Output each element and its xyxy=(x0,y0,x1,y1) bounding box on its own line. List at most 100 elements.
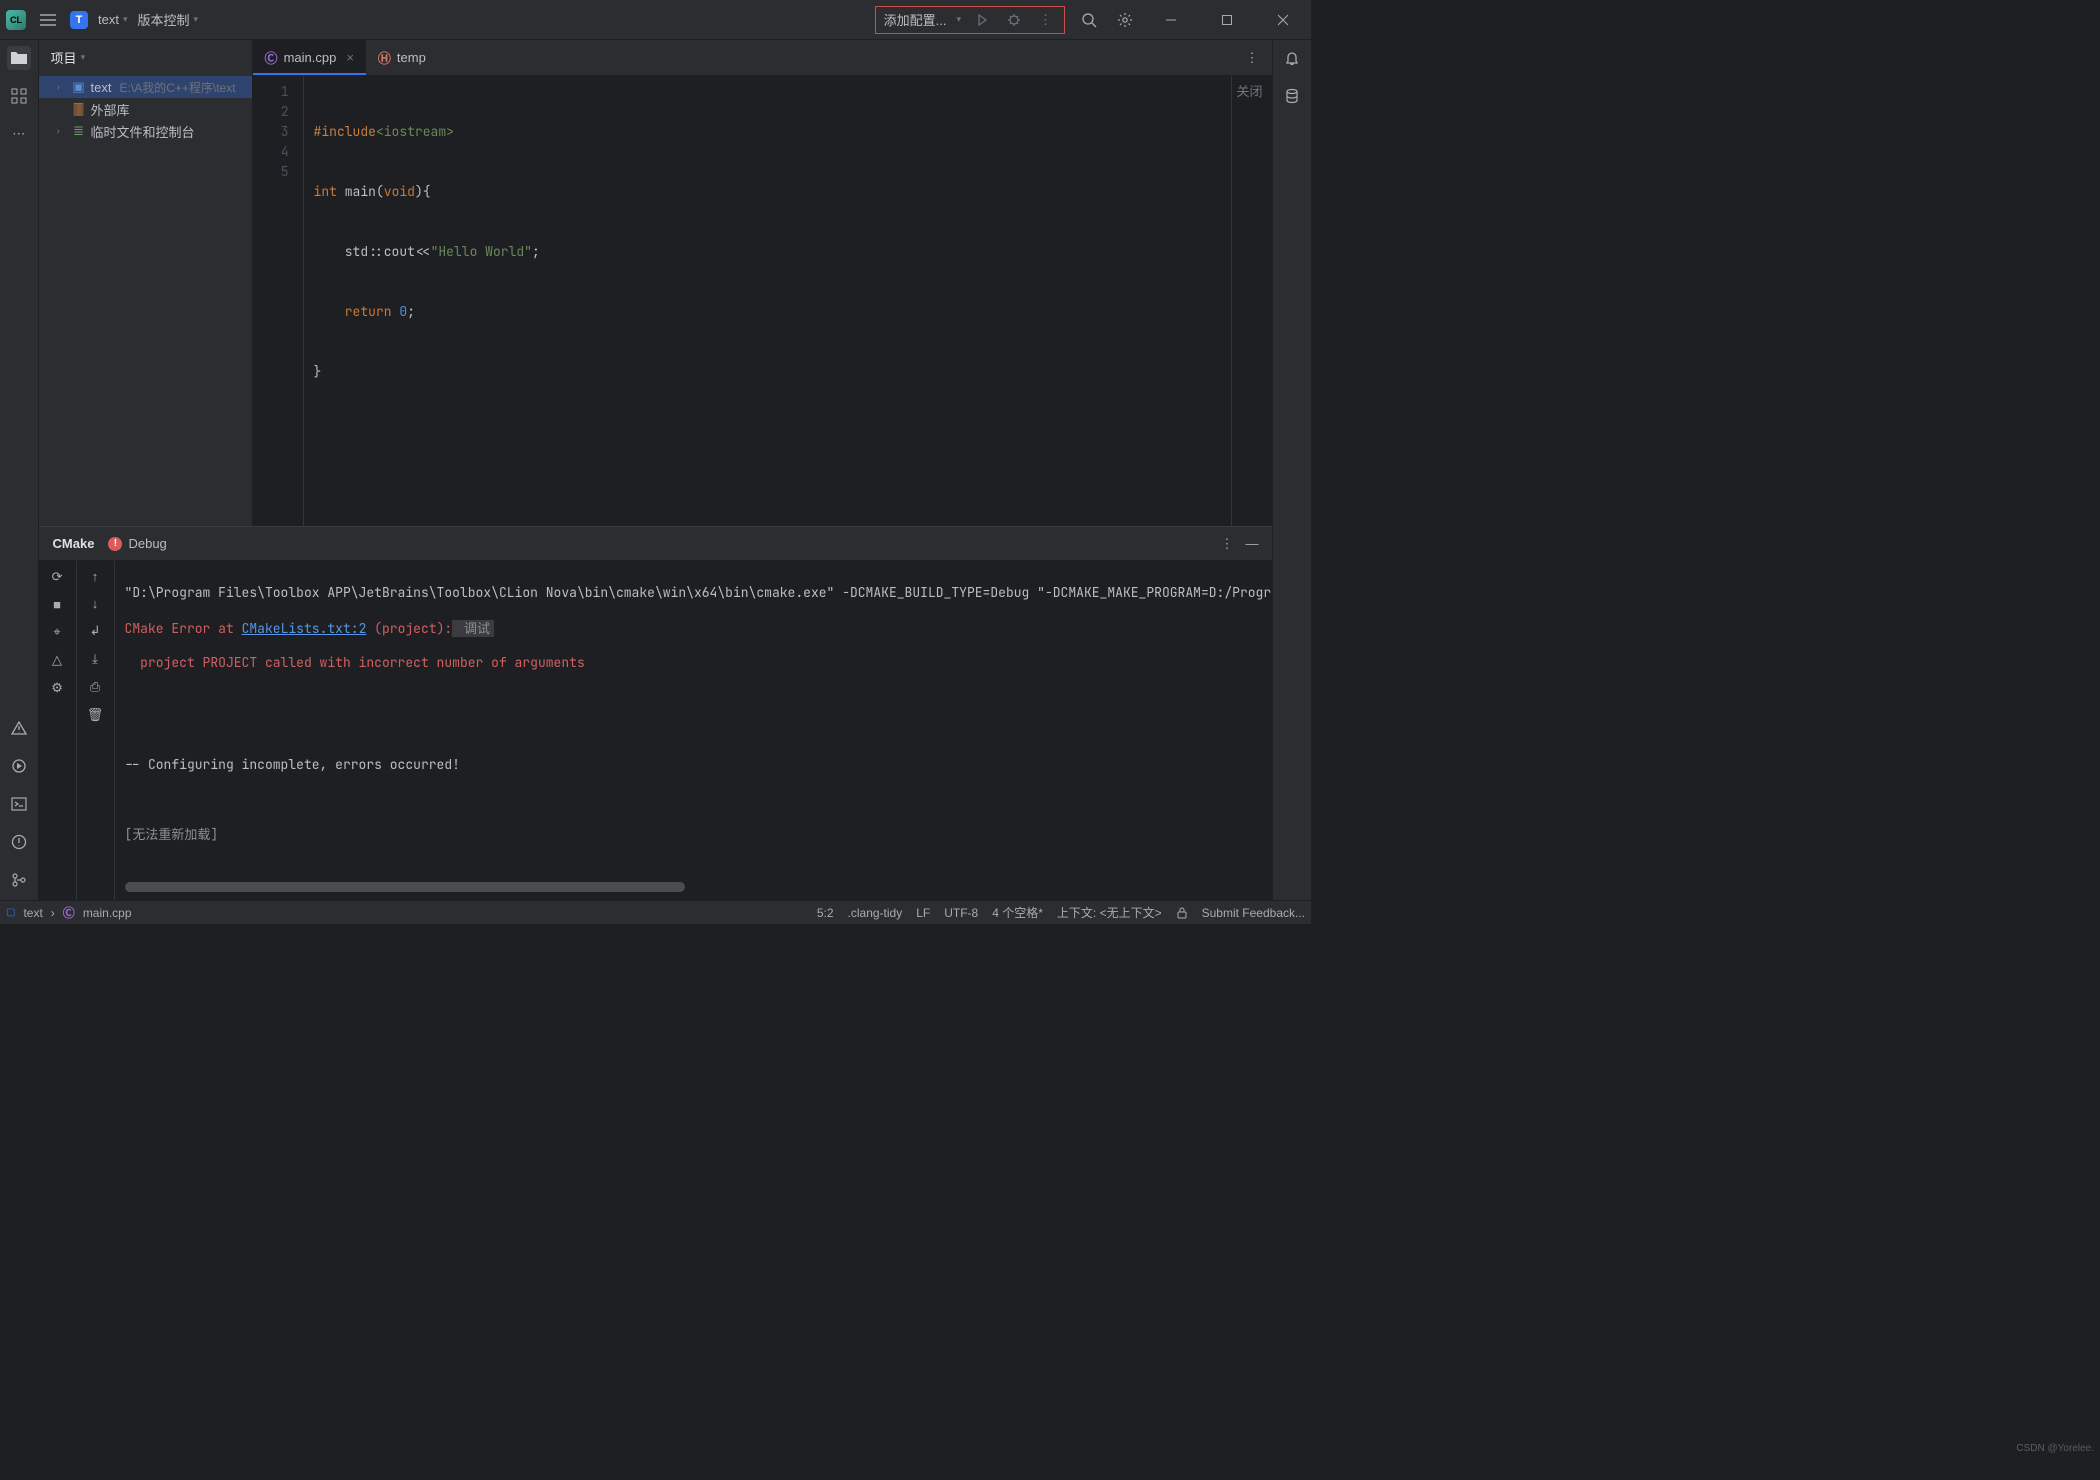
code-token: "Hello World" xyxy=(431,243,532,260)
tree-root[interactable]: › ▣ text E:\A我的C++程序\text xyxy=(39,76,252,98)
debug-button[interactable] xyxy=(1003,11,1025,29)
project-name-label: text xyxy=(98,12,119,27)
more-run-actions[interactable]: ⋮ xyxy=(1035,10,1056,30)
code-token: void xyxy=(384,183,415,200)
database-icon[interactable] xyxy=(1280,84,1304,108)
window-minimize[interactable] xyxy=(1149,0,1193,40)
bottom-more-icon[interactable]: ⋮ xyxy=(1220,536,1233,552)
bottom-tab-cmake[interactable]: CMake xyxy=(53,536,95,551)
code-token: return xyxy=(345,303,392,320)
up-icon[interactable]: ↑ xyxy=(92,569,99,584)
line-number: 1 xyxy=(253,82,289,102)
out-link[interactable]: CMakeLists.txt:2 xyxy=(242,620,367,637)
line-number: 4 xyxy=(253,142,289,162)
window-close[interactable] xyxy=(1261,0,1305,40)
terminal-tool-button[interactable] xyxy=(7,792,31,816)
down-icon[interactable]: ↓ xyxy=(92,596,99,611)
expand-icon[interactable]: › xyxy=(57,82,67,93)
status-caret-pos[interactable]: 5:2 xyxy=(817,906,834,920)
editor-close-label[interactable]: 关闭 xyxy=(1236,82,1262,102)
tab-temp[interactable]: Ⓗ temp xyxy=(366,40,438,75)
vcs-label: 版本控制 xyxy=(138,10,190,29)
chevron-down-icon: ▾ xyxy=(123,14,128,25)
window-maximize[interactable] xyxy=(1205,0,1249,40)
bottom-tab-debug[interactable]: ! Debug xyxy=(108,536,166,551)
tree-external-libs[interactable]: 🀫 外部库 xyxy=(39,98,252,120)
bottom-hide-icon[interactable]: — xyxy=(1245,536,1258,552)
softwrap-icon[interactable]: ↲ xyxy=(90,623,101,639)
build-tool-button[interactable] xyxy=(7,754,31,778)
project-menu[interactable]: text ▾ xyxy=(98,12,128,27)
status-indent[interactable]: 4 个空格* xyxy=(992,904,1043,921)
horizontal-scrollbar[interactable] xyxy=(125,882,685,892)
structure-tool-button[interactable] xyxy=(7,84,31,108)
git-tool-button[interactable] xyxy=(7,868,31,892)
run-button[interactable] xyxy=(971,11,993,29)
cmake-icon[interactable]: △ xyxy=(52,652,62,668)
project-tool-button[interactable] xyxy=(7,46,31,70)
status-feedback[interactable]: Submit Feedback... xyxy=(1202,906,1305,920)
clear-icon[interactable]: 🗑 xyxy=(87,707,104,723)
cpp-file-icon: Ⓒ xyxy=(63,904,75,921)
project-badge: T xyxy=(70,11,88,29)
statusbar: ▢ text › Ⓒ main.cpp 5:2 .clang-tidy LF U… xyxy=(0,900,1311,924)
code-area[interactable]: #include<iostream> int main(void){ std::… xyxy=(303,76,1273,526)
print-icon[interactable]: ⎙ xyxy=(90,679,100,695)
error-badge-icon: ! xyxy=(108,537,122,551)
main-menu-button[interactable] xyxy=(36,10,60,30)
titlebar: CL T text ▾ 版本控制 ▾ 添加配置... ▾ ⋮ xyxy=(0,0,1311,40)
scratch-icon: ≣ xyxy=(71,123,87,139)
bottom-toolbar-col2: ↑ ↓ ↲ ⤓ ⎙ 🗑 xyxy=(77,561,115,900)
tab-temp-label: temp xyxy=(397,50,426,65)
run-config-selector[interactable]: 添加配置... ▾ ⋮ xyxy=(875,6,1065,34)
library-icon: 🀫 xyxy=(71,101,87,117)
lock-icon[interactable] xyxy=(1176,907,1188,919)
status-clang-tidy[interactable]: .clang-tidy xyxy=(848,906,903,920)
stop-icon[interactable]: ■ xyxy=(53,597,61,612)
reload-icon[interactable]: ⟳ xyxy=(52,569,63,585)
attach-icon[interactable]: ⌖ xyxy=(53,624,60,640)
close-tab-icon[interactable]: × xyxy=(346,50,354,65)
tree-lib-label: 外部库 xyxy=(91,100,130,119)
tab-more-icon[interactable]: ⋮ xyxy=(1241,46,1262,70)
more-tools-button[interactable]: ⋯ xyxy=(7,122,31,146)
status-module[interactable]: text xyxy=(23,906,42,920)
vcs-menu[interactable]: 版本控制 ▾ xyxy=(138,10,199,29)
line-number: 5 xyxy=(253,162,289,182)
status-context[interactable]: 上下文: <无上下文> xyxy=(1057,904,1162,921)
module-icon: ▣ xyxy=(71,79,87,95)
bottom-output[interactable]: "D:\Program Files\Toolbox APP\JetBrains\… xyxy=(115,561,1273,900)
bottom-toolbar-col1: ⟳ ■ ⌖ △ ⚙ xyxy=(39,561,77,900)
status-encoding[interactable]: UTF-8 xyxy=(944,906,978,920)
tree-scratches[interactable]: › ≣ 临时文件和控制台 xyxy=(39,120,252,142)
code-token: ; xyxy=(407,303,415,320)
out-line: [无法重新加载] xyxy=(125,824,1263,843)
warnings-tool-button[interactable] xyxy=(7,716,31,740)
out-error: project PROJECT called with incorrect nu… xyxy=(125,654,1263,671)
problems-tool-button[interactable] xyxy=(7,830,31,854)
editor-body[interactable]: 1 2 3 4 5 #include<iostream> int main(vo… xyxy=(253,76,1273,526)
status-file[interactable]: main.cpp xyxy=(83,906,132,920)
tree-root-path: E:\A我的C++程序\text xyxy=(120,79,236,96)
line-number: 3 xyxy=(253,122,289,142)
code-token xyxy=(314,303,345,320)
search-icon[interactable] xyxy=(1077,8,1101,32)
tree-scratch-label: 临时文件和控制台 xyxy=(91,122,195,141)
cmake-settings-icon[interactable]: ⚙ xyxy=(51,680,63,696)
code-token: ; xyxy=(532,243,540,260)
project-pane-header[interactable]: 项目 ▾ xyxy=(39,40,252,74)
code-token: main( xyxy=(337,183,384,200)
center-column: 项目 ▾ › ▣ text E:\A我的C++程序\text 🀫 外部库 xyxy=(39,40,1273,900)
out-line: "D:\Program Files\Toolbox APP\JetBrains\… xyxy=(125,584,1263,601)
code-token: <iostream> xyxy=(376,123,454,140)
bottom-toolbars: ⟳ ■ ⌖ △ ⚙ ↑ ↓ ↲ ⤓ ⎙ 🗑 xyxy=(39,561,115,900)
notifications-icon[interactable] xyxy=(1280,46,1304,70)
module-icon: ▢ xyxy=(6,907,15,918)
cpp-file-icon: Ⓒ xyxy=(265,48,278,67)
project-tree: › ▣ text E:\A我的C++程序\text 🀫 外部库 › ≣ 临时文件… xyxy=(39,74,252,144)
tab-main[interactable]: Ⓒ main.cpp × xyxy=(253,40,366,75)
status-eol[interactable]: LF xyxy=(916,906,930,920)
expand-icon[interactable]: › xyxy=(57,126,67,137)
scroll-to-end-icon[interactable]: ⤓ xyxy=(92,651,98,667)
settings-icon[interactable] xyxy=(1113,8,1137,32)
